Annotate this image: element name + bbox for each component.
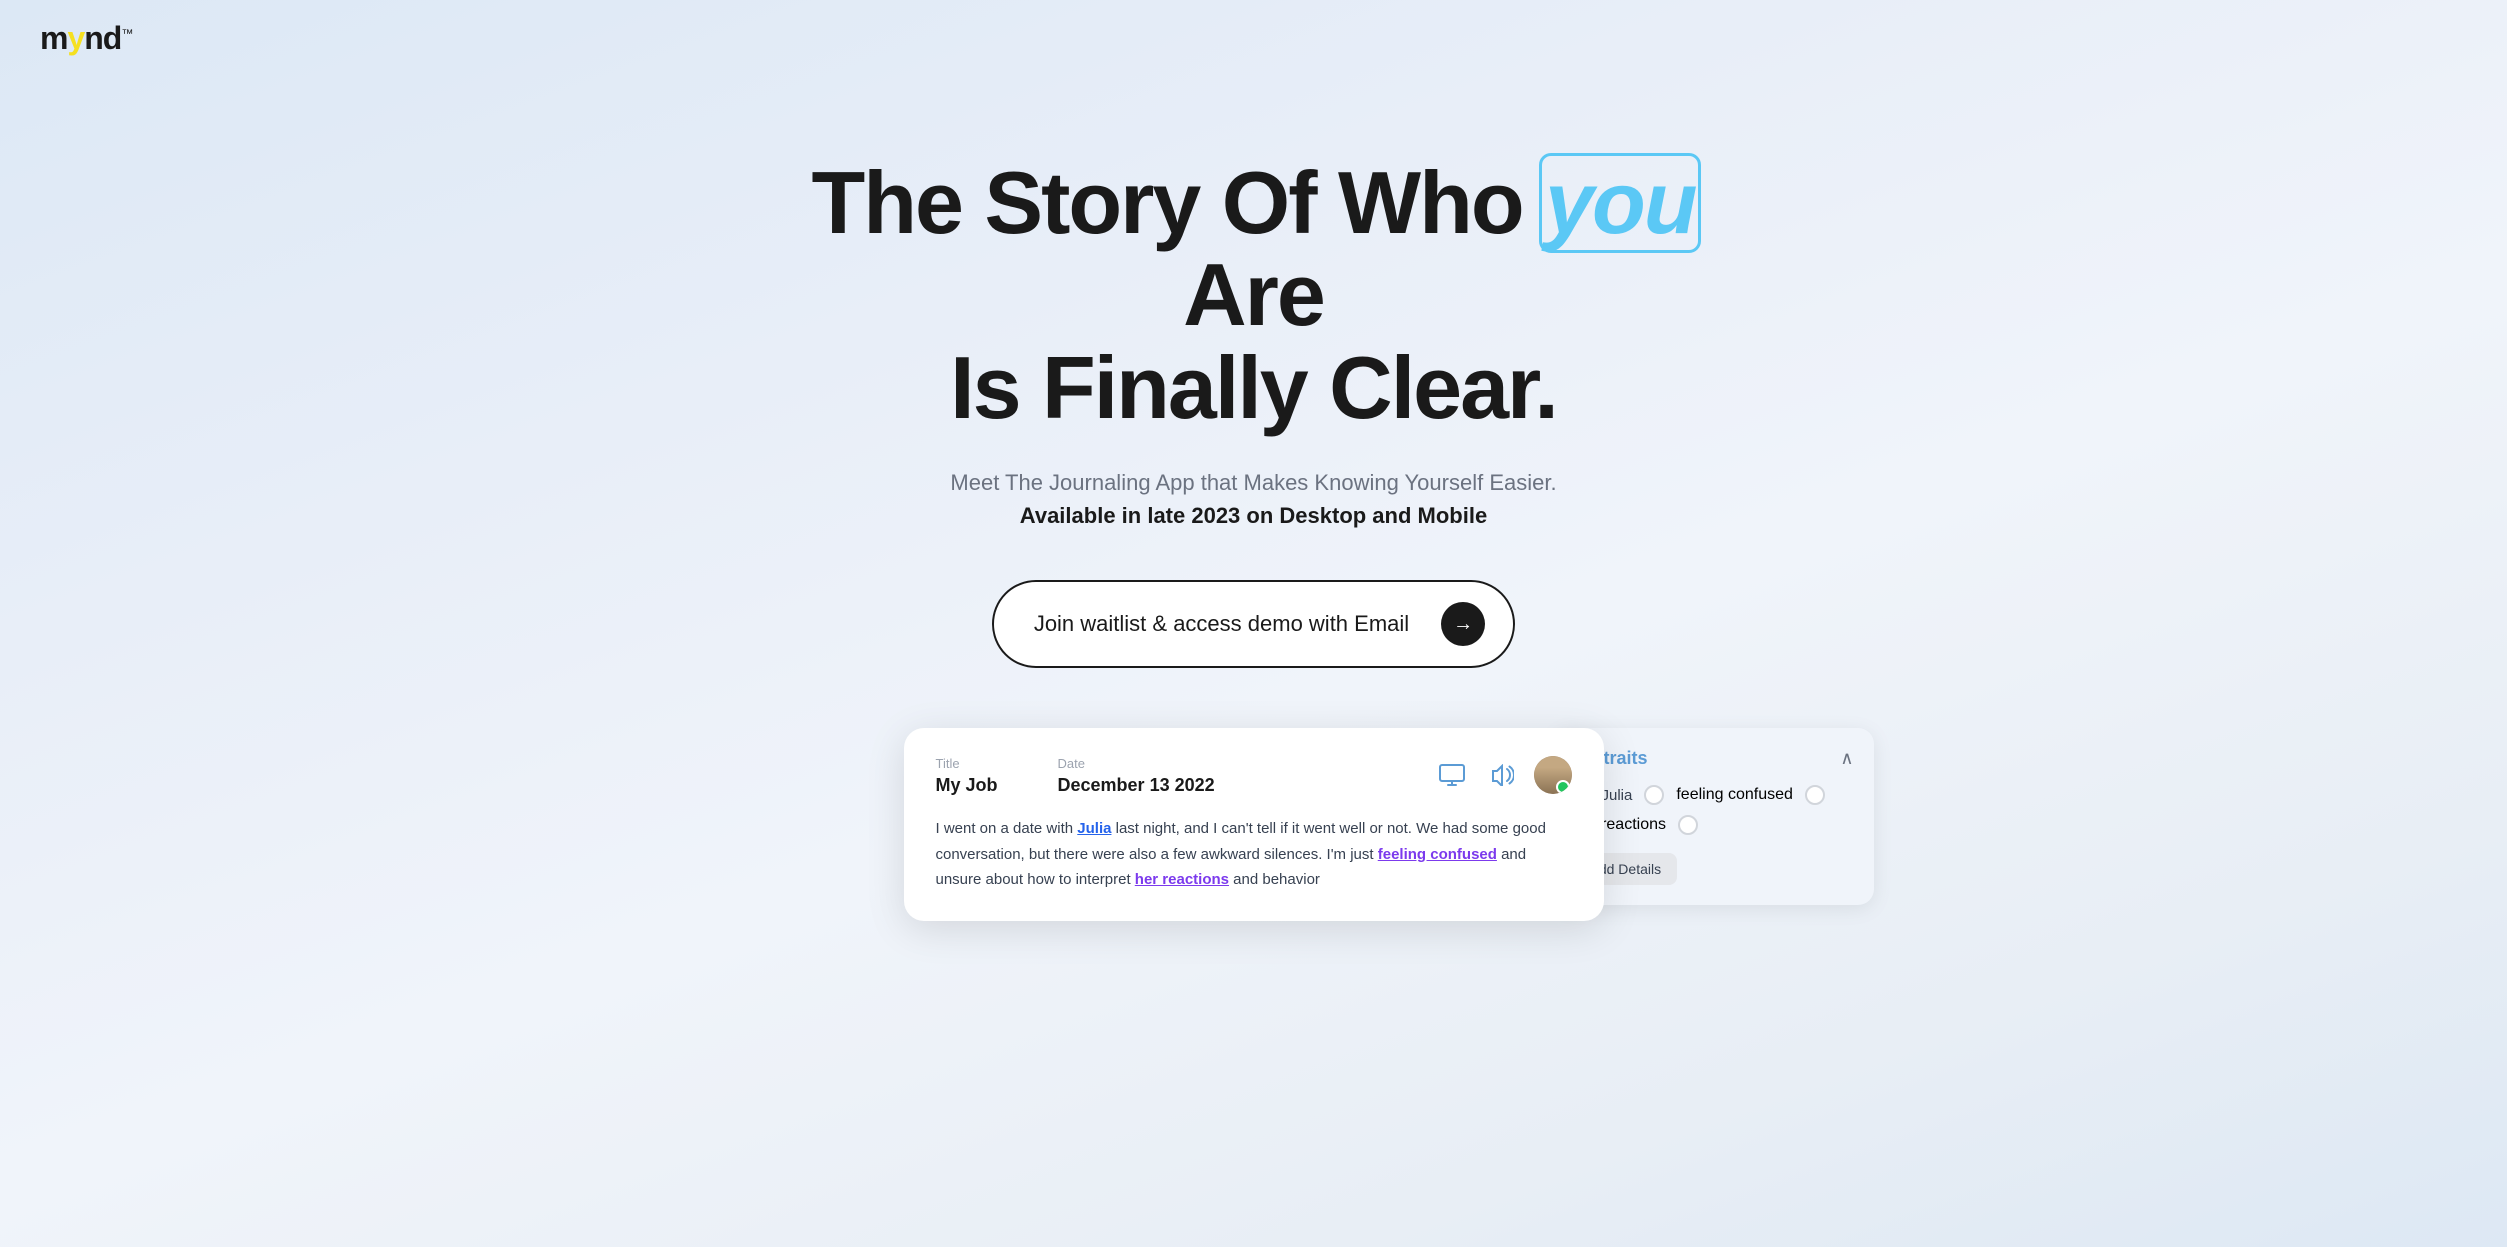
portrait-circle-julia[interactable]: [1644, 785, 1664, 805]
hero-title-part1: The Story Of Who: [812, 153, 1546, 252]
hero-title-line2: Is Finally Clear.: [950, 338, 1557, 437]
title-meta: Title My Job: [936, 756, 998, 796]
title-value: My Job: [936, 775, 998, 796]
date-meta: Date December 13 2022: [1058, 756, 1215, 796]
cta-label: Join waitlist & access demo with Email: [1034, 611, 1409, 637]
portraits-header: Portraits ∧: [1574, 748, 1854, 769]
body-text-end: and behavior: [1229, 871, 1320, 888]
portrait-name-julia: Julia: [1602, 787, 1633, 804]
avatar: [1534, 756, 1572, 794]
cta-button[interactable]: Join waitlist & access demo with Email →: [992, 580, 1515, 668]
cta-arrow-icon: →: [1441, 602, 1485, 646]
hero-title-you: you: [1545, 157, 1695, 249]
monitor-icon[interactable]: [1434, 757, 1470, 793]
hero-section: The Story Of Who you Are Is Finally Clea…: [0, 77, 2507, 728]
app-preview-wrapper: Title My Job Date December 13 2022: [604, 728, 1904, 921]
portrait-row-2: her reactions: [1574, 815, 1854, 835]
hero-title-part2: Are: [1183, 245, 1324, 344]
portraits-chevron-icon[interactable]: ∧: [1840, 748, 1853, 769]
portrait-row-1: Julia feeling confused: [1574, 785, 1854, 805]
her-reactions-link[interactable]: her reactions: [1135, 871, 1229, 888]
julia-link[interactable]: Julia: [1077, 820, 1111, 837]
portrait-tag-confused: feeling confused: [1676, 786, 1793, 804]
logo-trademark: ™: [121, 26, 132, 40]
hero-subtitle-text: Meet The Journaling App that Makes Knowi…: [950, 470, 1556, 495]
logo: mynd™: [40, 20, 2467, 57]
date-label: Date: [1058, 756, 1215, 771]
date-value: December 13 2022: [1058, 775, 1215, 796]
card-meta: Title My Job Date December 13 2022: [936, 756, 1215, 796]
logo-text: mynd™: [40, 20, 132, 57]
hero-subtitle: Meet The Journaling App that Makes Knowi…: [950, 466, 1556, 532]
card-body: I went on a date with Julia last night, …: [936, 816, 1572, 893]
hero-subtitle-bold: Available in late 2023 on Desktop and Mo…: [1020, 503, 1487, 528]
portrait-circle-confused[interactable]: [1805, 785, 1825, 805]
card-header: Title My Job Date December 13 2022: [936, 756, 1572, 796]
speaker-icon[interactable]: [1484, 757, 1520, 793]
portrait-circle-reactions[interactable]: [1678, 815, 1698, 835]
title-label: Title: [936, 756, 998, 771]
journal-card: Title My Job Date December 13 2022: [904, 728, 1604, 921]
logo-y-letter: y: [67, 20, 84, 57]
avatar-image: [1534, 756, 1572, 794]
hero-title: The Story Of Who you Are Is Finally Clea…: [754, 157, 1754, 434]
body-text-pre: I went on a date with: [936, 820, 1078, 837]
feeling-confused-link[interactable]: feeling confused: [1378, 846, 1497, 863]
header: mynd™: [0, 0, 2507, 77]
card-icons: [1434, 756, 1572, 794]
